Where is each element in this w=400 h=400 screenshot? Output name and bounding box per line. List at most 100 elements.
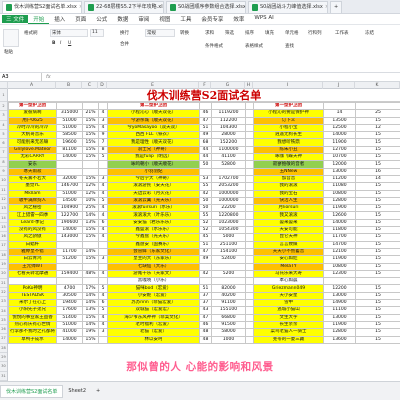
table-cell[interactable]: 43 [199,306,212,315]
table-cell[interactable]: 50 [199,196,212,206]
table-cell[interactable]: 寂寥鲍敬的音者 [253,160,324,169]
table-cell[interactable]: 今yoMasayoo（双天双） [107,123,200,133]
table-cell[interactable]: 晏来晏来 [253,218,324,228]
table-cell[interactable]: 15% [82,145,99,155]
table-cell[interactable]: 滚滚云翼（光天乐） [107,196,200,206]
table-cell[interactable]: 我是fulip（明远） [107,153,200,162]
row-header[interactable]: 16 [0,232,7,242]
table-cell[interactable]: 47 [199,313,212,322]
table-cell[interactable]: 8 [98,145,108,155]
table-cell[interactable]: 陈朱小丑 [253,145,324,155]
table-cell[interactable] [211,262,246,271]
sheet-title[interactable]: 伐木训练营S2面试名单 [8,89,400,102]
table-cell[interactable]: 4 [98,189,108,198]
table-cell[interactable]: 15% [82,255,99,264]
table-cell[interactable] [245,269,254,279]
table-cell[interactable]: 天边云彩（月火花） [107,189,200,198]
table-cell[interactable]: 无彩CARRY [8,153,57,162]
table-cell[interactable] [245,233,254,242]
table-cell[interactable]: 寒天雨寂 [8,167,57,176]
table-cell[interactable]: 草鸭子成水 [8,335,57,344]
table-cell[interactable]: 25 [355,109,400,118]
row-header[interactable]: 10 [0,176,7,186]
table-cell[interactable]: 51 [199,240,212,249]
table-cell[interactable]: 5 [98,284,108,293]
table-cell[interactable]: 66800 [211,313,246,322]
table-cell[interactable]: 48 [199,335,212,344]
row-header[interactable]: 15 [0,223,7,233]
table-cell[interactable]: 28000 [211,131,246,140]
menu-item[interactable]: 效率 [228,15,249,24]
table-cell[interactable]: 47 [199,116,212,125]
table-cell[interactable]: 没有的风没有 [8,226,57,235]
table-cell[interactable]: 我的宝石 [253,189,324,198]
table-cell[interactable]: 可能别来无恙嘛 [8,138,57,147]
table-cell[interactable]: 51000 [56,189,83,198]
menu-item[interactable]: 视图 [154,15,175,24]
table-cell[interactable]: 老时福利（宏爱） [107,320,200,330]
table-cell[interactable]: 14% [82,320,99,330]
table-cell[interactable]: 14500 [56,196,83,206]
table-cell[interactable] [245,284,254,293]
table-cell[interactable]: 15 [355,255,400,264]
table-cell[interactable]: Mkllam [8,189,57,198]
table-cell[interactable] [82,101,99,111]
table-cell[interactable]: 82000 [211,284,246,293]
table-cell[interactable] [245,182,254,191]
table-cell[interactable]: 滚滚滚大（叶乐乐） [107,211,200,220]
table-cell[interactable] [98,167,108,176]
menu-item[interactable]: WPS AI [249,15,278,24]
table-cell[interactable]: 长生亲亲 [253,320,324,330]
table-cell[interactable]: 冬天雾不若大 [8,174,57,184]
table-cell[interactable]: 51000 [56,116,83,125]
table-cell[interactable] [211,101,246,111]
table-cell[interactable]: 19600 [56,138,83,147]
table-cell[interactable]: 11900 [323,320,356,330]
table-cell[interactable]: 3 [98,255,108,264]
freeze-button[interactable]: 冻结 [365,30,374,36]
table-cell[interactable]: 190600 [56,218,83,228]
table-cell[interactable] [56,160,83,169]
table-cell[interactable]: 玉NNew [253,167,324,176]
table-cell[interactable]: 15 [355,269,400,279]
table-cell[interactable] [245,306,254,315]
fx-icon[interactable]: fx [42,74,55,80]
table-cell[interactable]: 月liorsuri [253,204,324,213]
row-header[interactable]: 17 [0,241,7,251]
table-cell[interactable] [199,262,212,271]
row-header[interactable]: 6 [0,139,7,149]
format-painter-button[interactable]: 格式刷 [24,30,38,36]
table-cell[interactable]: 4 [98,204,108,213]
table-cell[interactable]: 37 [199,291,212,301]
row-header[interactable]: 12 [0,195,7,205]
table-cell[interactable]: 12700 [323,145,356,155]
table-cell[interactable]: 14900 [323,298,356,308]
table-cell[interactable]: 白蜡杆 [8,240,57,249]
table-cell[interactable]: 52 [199,218,212,228]
column-header[interactable]: K [355,82,400,89]
table-cell[interactable] [245,255,254,264]
table-cell[interactable]: 14000 [56,226,83,235]
table-cell[interactable]: 7 [98,138,108,147]
table-cell[interactable]: 热心有庆有心世情 [8,320,57,330]
menu-item[interactable]: 会员专享 [196,15,228,24]
table-cell[interactable]: 11900 [323,138,356,147]
table-cell[interactable]: 用户0625 [8,116,57,125]
row-header[interactable]: 13 [0,204,7,214]
table-cell[interactable]: 4 [98,320,108,330]
table-cell[interactable] [245,240,254,249]
table-cell[interactable]: 浪士兄（神奇） [107,145,200,155]
table-cell[interactable] [245,123,254,133]
table-cell[interactable] [245,298,254,308]
table-cell[interactable]: 6 [98,218,108,228]
table-cell[interactable]: 51 [199,284,212,293]
table-cell[interactable]: 5200 [211,269,246,279]
table-cell[interactable]: Leard·季记 [8,218,57,228]
table-cell[interactable]: 14700 [323,240,356,249]
table-cell[interactable] [98,335,108,344]
table-cell[interactable]: 文生大字 [253,313,324,322]
table-cell[interactable]: 老猫（宏爱） [107,328,200,337]
table-cell[interactable]: 林以安呵 [107,335,200,344]
table-cell[interactable]: 13600 [323,335,356,344]
file-menu[interactable]: 三 文件 [2,15,29,23]
